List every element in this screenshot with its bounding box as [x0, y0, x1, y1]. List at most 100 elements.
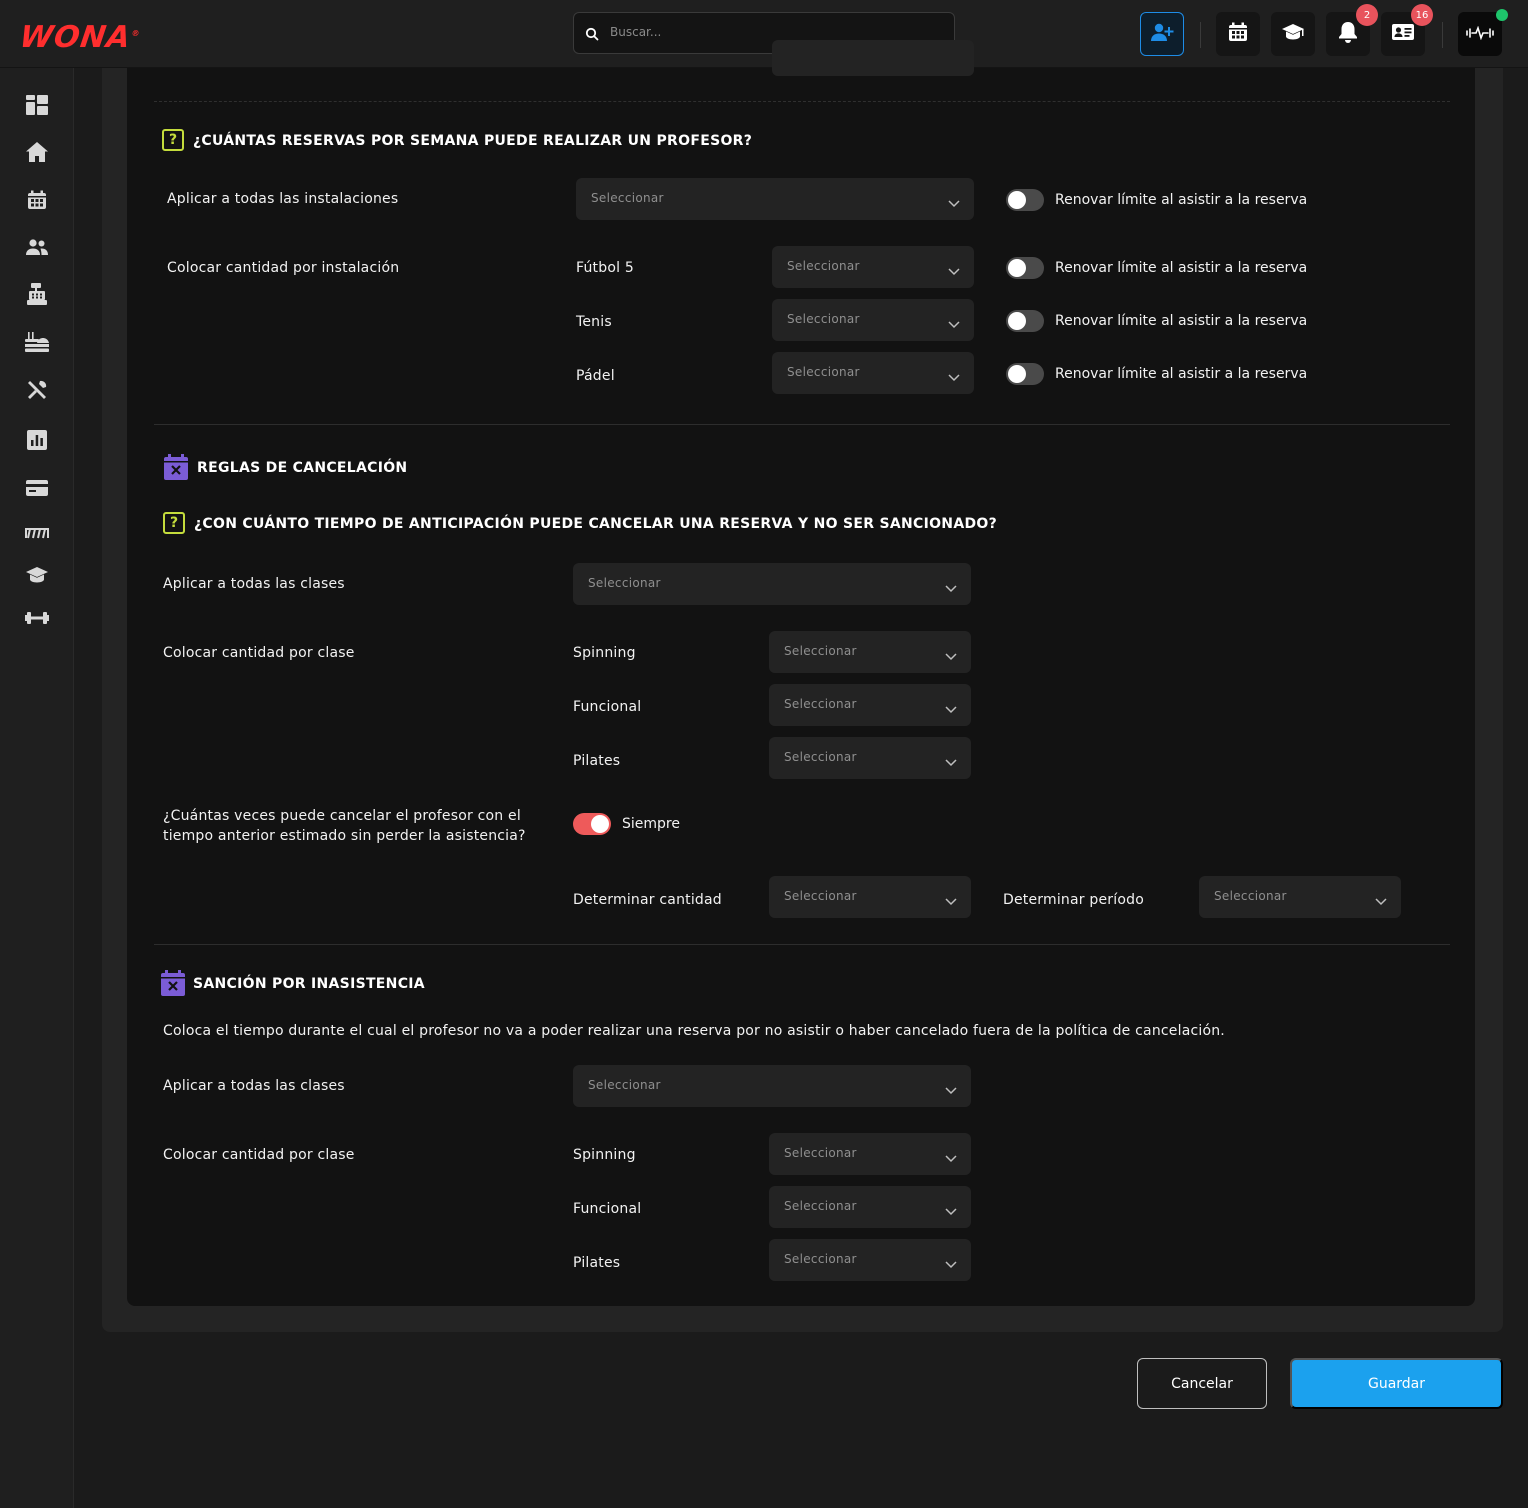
select-partial[interactable] [772, 40, 974, 76]
messages-badge: 16 [1411, 4, 1433, 26]
home-icon[interactable] [25, 140, 49, 164]
penalty-title: SANCIÓN POR INASISTENCIA [193, 976, 425, 992]
cash-register-icon[interactable] [25, 282, 49, 306]
track-icon[interactable] [25, 520, 49, 544]
apply-all-classes-label: Aplicar a todas las clases [163, 576, 345, 592]
cancel-class-select-pilates[interactable]: Seleccionar [769, 737, 971, 779]
amount-label: Determinar cantidad [573, 892, 722, 908]
penalty-apply-all-select[interactable]: Seleccionar [573, 1065, 971, 1107]
renew-limit-toggle-padel[interactable] [1006, 363, 1044, 385]
apply-all-installations-label: Aplicar a todas las instalaciones [167, 191, 399, 207]
toolbar-separator [1442, 22, 1443, 48]
cancel-class-select-spinning[interactable]: Seleccionar [769, 631, 971, 673]
per-installation-label: Colocar cantidad por instalación [167, 260, 400, 276]
class-name: Pilates [573, 753, 621, 769]
apply-all-classes-label: Aplicar a todas las clases [163, 1078, 345, 1094]
renew-limit-label: Renovar límite al asistir a la reserva [1055, 192, 1308, 208]
dumbbell-icon[interactable] [25, 606, 49, 630]
always-toggle[interactable] [573, 813, 611, 835]
installation-name: Fútbol 5 [576, 260, 634, 276]
section-divider [154, 101, 1450, 102]
reservas-question: ¿CUÁNTAS RESERVAS POR SEMANA PUEDE REALI… [193, 133, 753, 149]
id-card-icon [1391, 23, 1415, 45]
user-plus-icon [1150, 22, 1174, 46]
tools-icon[interactable] [25, 378, 49, 402]
question-icon: ? [162, 129, 184, 151]
penalty-class-select-pilates[interactable]: Seleccionar [769, 1239, 971, 1281]
notifications-badge: 2 [1356, 4, 1378, 26]
apply-all-installations-select[interactable]: Seleccionar [576, 178, 974, 220]
graduation-cap-icon[interactable] [25, 563, 49, 587]
dashboard-icon[interactable] [25, 93, 49, 117]
chevron-down-icon [945, 1201, 957, 1220]
penalty-class-select-spinning[interactable]: Seleccionar [769, 1133, 971, 1175]
section-divider [154, 944, 1450, 945]
penalty-class-select-funcional[interactable]: Seleccionar [769, 1186, 971, 1228]
calendar-x-icon [161, 970, 185, 996]
gym-logo-icon [1465, 25, 1495, 44]
renew-limit-toggle-futbol5[interactable] [1006, 257, 1044, 279]
chevron-down-icon [945, 1080, 957, 1099]
chevron-down-icon [948, 261, 960, 280]
renew-limit-label: Renovar límite al asistir a la reserva [1055, 313, 1308, 329]
chevron-down-icon [945, 578, 957, 597]
chevron-down-icon [945, 891, 957, 910]
renew-limit-toggle-all[interactable] [1006, 189, 1044, 211]
cancel-times-question-line2: tiempo anterior estimado sin perder la a… [163, 828, 526, 844]
notifications-button[interactable]: 2 [1326, 4, 1378, 56]
cancel-apply-all-select[interactable]: Seleccionar [573, 563, 971, 605]
per-class-label: Colocar cantidad por clase [163, 645, 355, 661]
cancel-class-select-funcional[interactable]: Seleccionar [769, 684, 971, 726]
search-icon [585, 26, 599, 45]
calendar-x-icon [164, 454, 188, 480]
installation-select-tenis[interactable]: Seleccionar [772, 299, 974, 341]
messages-button[interactable]: 16 [1381, 4, 1433, 56]
installation-name: Pádel [576, 368, 615, 384]
amount-select[interactable]: Seleccionar [769, 876, 971, 918]
renew-limit-label: Renovar límite al asistir a la reserva [1055, 366, 1308, 382]
chevron-down-icon [948, 193, 960, 212]
classes-button[interactable] [1271, 12, 1315, 56]
chevron-down-icon [945, 752, 957, 771]
save-button[interactable]: Guardar [1290, 1358, 1503, 1409]
add-user-button[interactable] [1140, 12, 1184, 56]
sidebar [0, 68, 74, 1508]
graduation-cap-icon [1281, 23, 1305, 45]
calendar-icon [1228, 22, 1248, 46]
per-class-label: Colocar cantidad por clase [163, 1147, 355, 1163]
period-select[interactable]: Seleccionar [1199, 876, 1401, 918]
wona-logo[interactable]: WONA® [18, 20, 143, 55]
search-placeholder: Buscar... [610, 25, 662, 39]
installation-select-futbol5[interactable]: Seleccionar [772, 246, 974, 288]
calendar-icon[interactable] [25, 188, 49, 212]
food-icon[interactable] [25, 330, 49, 354]
period-label: Determinar período [1003, 892, 1144, 908]
cancel-button[interactable]: Cancelar [1137, 1358, 1267, 1409]
class-name: Spinning [573, 645, 636, 661]
cancel-times-question-line1: ¿Cuántas veces puede cancelar el profeso… [163, 808, 521, 824]
online-status-dot [1496, 9, 1508, 21]
renew-limit-toggle-tenis[interactable] [1006, 310, 1044, 332]
chevron-down-icon [945, 699, 957, 718]
chevron-down-icon [948, 367, 960, 386]
always-label: Siempre [622, 816, 680, 832]
class-name: Pilates [573, 1255, 621, 1271]
question-icon: ? [163, 512, 185, 534]
card-icon[interactable] [25, 476, 49, 500]
chevron-down-icon [1375, 891, 1387, 910]
installation-name: Tenis [576, 314, 612, 330]
chevron-down-icon [948, 314, 960, 333]
top-bar: WONA® Buscar... 2 16 [0, 0, 1528, 68]
class-name: Spinning [573, 1147, 636, 1163]
renew-limit-label: Renovar límite al asistir a la reserva [1055, 260, 1308, 276]
profile-avatar[interactable] [1458, 9, 1508, 56]
users-icon[interactable] [25, 235, 49, 259]
toolbar-separator [1200, 22, 1201, 48]
section-divider [154, 424, 1450, 425]
chevron-down-icon [945, 646, 957, 665]
calendar-button[interactable] [1216, 12, 1260, 56]
chart-icon[interactable] [25, 428, 49, 452]
class-name: Funcional [573, 1201, 642, 1217]
chevron-down-icon [945, 1148, 957, 1167]
installation-select-padel[interactable]: Seleccionar [772, 352, 974, 394]
